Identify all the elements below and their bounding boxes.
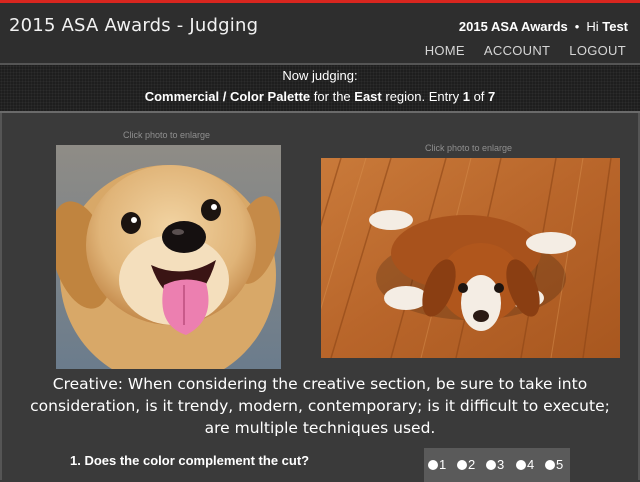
of-text: of [473,89,485,104]
separator-dot: • [574,19,580,34]
judging-status-bar: Now judging: Commercial / Color Palette … [0,65,640,111]
radio-circle-icon[interactable] [457,460,467,470]
brand-label: 2015 ASA Awards [458,19,568,34]
status-bar-divider [0,111,640,113]
entry-number: 1 [462,89,470,104]
rating-option-label: 4 [527,457,535,472]
puppy-on-floor-image [321,158,620,358]
rating-option-3[interactable]: 3 [486,457,504,472]
main-nav: HOME ACCOUNT LOGOUT [406,42,626,60]
puppy-on-floor-photo[interactable] [321,158,620,358]
nav-home-link[interactable]: HOME [425,43,465,58]
nav-account-link[interactable]: ACCOUNT [484,43,550,58]
page-title: 2015 ASA Awards - Judging [9,15,259,36]
nav-logout-link[interactable]: LOGOUT [569,43,626,58]
now-judging-heading: Now judging: [282,68,358,83]
radio-circle-icon[interactable] [516,460,526,470]
for-the-text: for the [313,89,351,104]
rating-option-label: 3 [497,457,505,472]
rating-group: 1 2 3 4 5 [424,448,570,482]
radio-circle-icon[interactable] [428,460,438,470]
photo-2-caption: Click photo to enlarge [425,143,513,153]
rating-option-4[interactable]: 4 [516,457,534,472]
header: 2015 ASA Awards - Judging 2015 ASA Award… [0,3,640,63]
rating-option-1[interactable]: 1 [428,457,446,472]
greeting-label: Hi [586,19,599,34]
panel-left-edge [0,113,2,480]
puppy-close-up-image [56,145,281,369]
criteria-description: Creative: When considering the creative … [30,375,610,437]
rating-option-2[interactable]: 2 [457,457,475,472]
entry-total: 7 [488,89,496,104]
question-label: 1. Does the color complement the cut? [70,453,310,468]
photo-1-caption: Click photo to enlarge [123,130,211,140]
region-label: East [354,89,382,104]
category-label: Commercial / Color Palette [144,89,311,104]
radio-circle-icon[interactable] [545,460,555,470]
username-label: Test [602,19,628,34]
puppy-close-up-photo[interactable] [56,145,281,369]
user-info: 2015 ASA Awards • Hi Test [459,19,628,34]
rating-option-label: 1 [439,457,447,472]
radio-circle-icon[interactable] [486,460,496,470]
rating-option-label: 2 [468,457,476,472]
region-word-text: region. Entry [385,89,460,104]
entry-line: Commercial / Color Palette for the East … [0,89,640,104]
rating-option-label: 5 [556,457,564,472]
rating-option-5[interactable]: 5 [545,457,563,472]
